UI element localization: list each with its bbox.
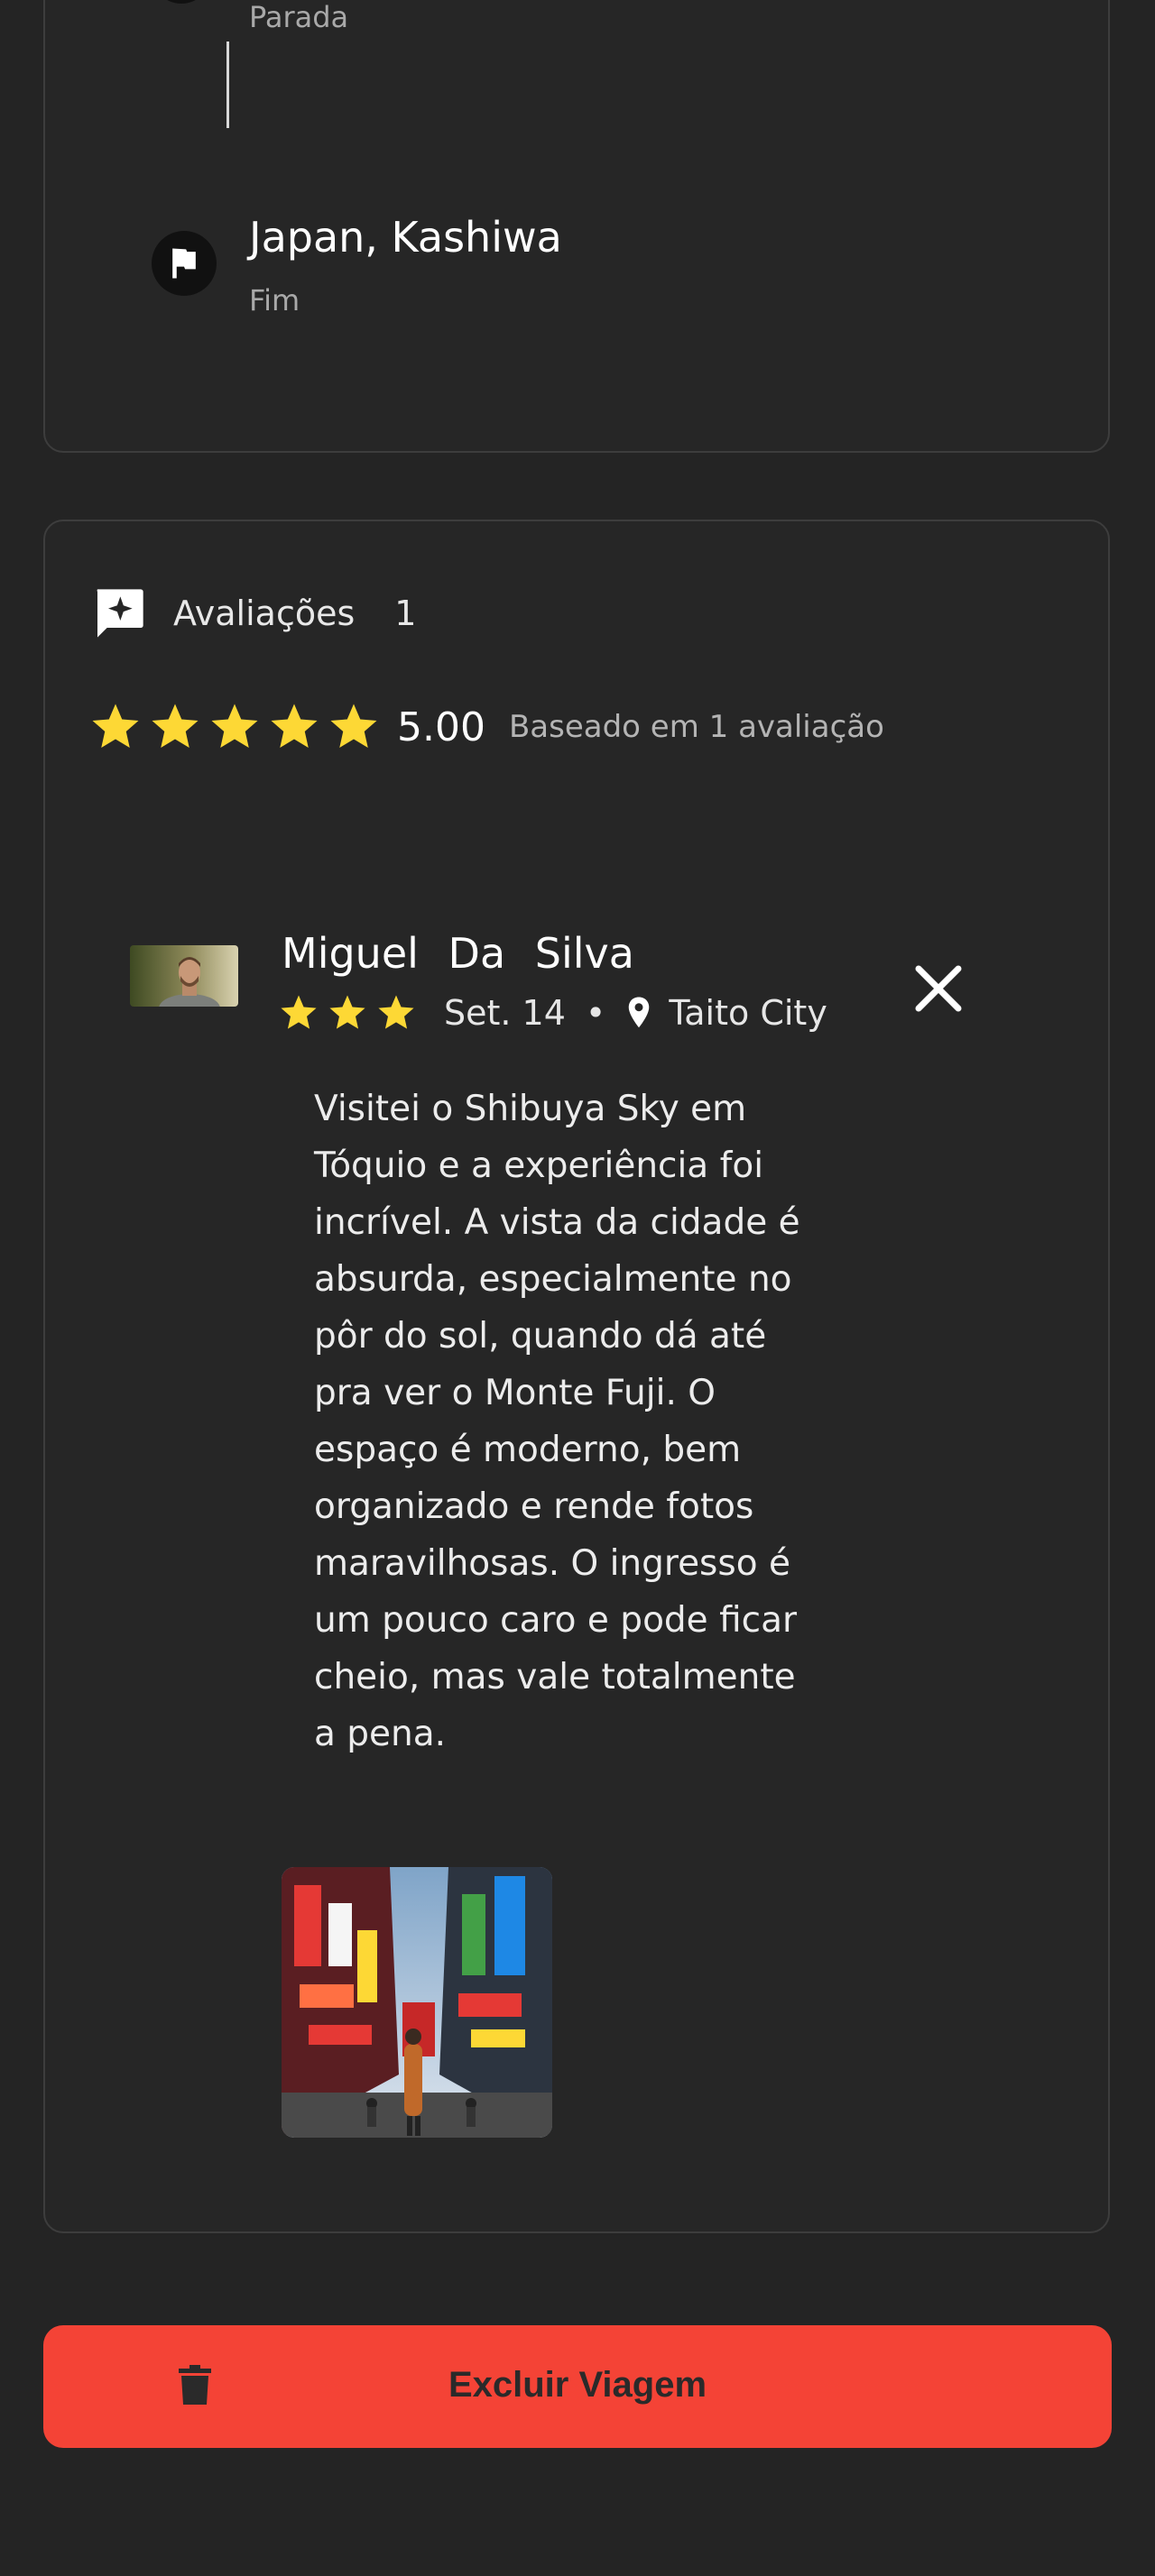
route-connector-line xyxy=(226,41,229,128)
end-place-name: Japan, Kashiwa xyxy=(249,213,562,262)
star-icon xyxy=(211,704,258,748)
reviewer-avatar xyxy=(130,945,238,1007)
review-location: Taito City xyxy=(669,993,827,1033)
end-marker xyxy=(152,231,217,296)
star-icon xyxy=(152,704,199,748)
remove-review-button[interactable] xyxy=(910,960,967,1017)
average-stars xyxy=(88,700,386,754)
route-card: Parada Japan, Kashiwa Fim xyxy=(43,0,1110,453)
star-icon xyxy=(92,704,139,748)
end-sub-label: Fim xyxy=(249,283,300,317)
star-icon xyxy=(281,995,317,1029)
meta-separator: • xyxy=(585,993,606,1033)
stop-marker xyxy=(152,0,211,4)
review-stars xyxy=(278,992,424,1034)
review-sparkle-icon xyxy=(97,589,143,638)
reviews-header: Avaliações 1 xyxy=(90,584,416,642)
rating-basis-text: Baseado em 1 avaliação xyxy=(508,709,884,745)
reviewer-name: Miguel Da Silva xyxy=(282,929,634,978)
review-photo[interactable] xyxy=(282,1867,552,2138)
map-pin-icon xyxy=(629,997,650,1028)
review-date: Set. 14 xyxy=(444,993,566,1033)
close-icon xyxy=(915,965,962,1012)
flag-icon xyxy=(172,248,196,279)
reviews-count: 1 xyxy=(394,593,417,633)
review-text: Visitei o Shibuya Sky em Tóquio e a expe… xyxy=(314,1089,800,1754)
star-icon xyxy=(329,995,365,1029)
review-meta: Set. 14 • Taito City xyxy=(278,992,827,1034)
average-rating: 5.00 Baseado em 1 avaliação xyxy=(88,700,884,754)
delete-trip-button[interactable]: Excluir Viagem xyxy=(43,2325,1112,2448)
reviews-title: Avaliações xyxy=(173,593,356,633)
delete-trip-label: Excluir Viagem xyxy=(448,2365,707,2405)
star-icon xyxy=(330,704,377,748)
star-icon xyxy=(378,995,414,1029)
star-icon xyxy=(271,704,318,748)
average-rating-value: 5.00 xyxy=(397,704,485,750)
stop-sub-label: Parada xyxy=(249,0,349,34)
